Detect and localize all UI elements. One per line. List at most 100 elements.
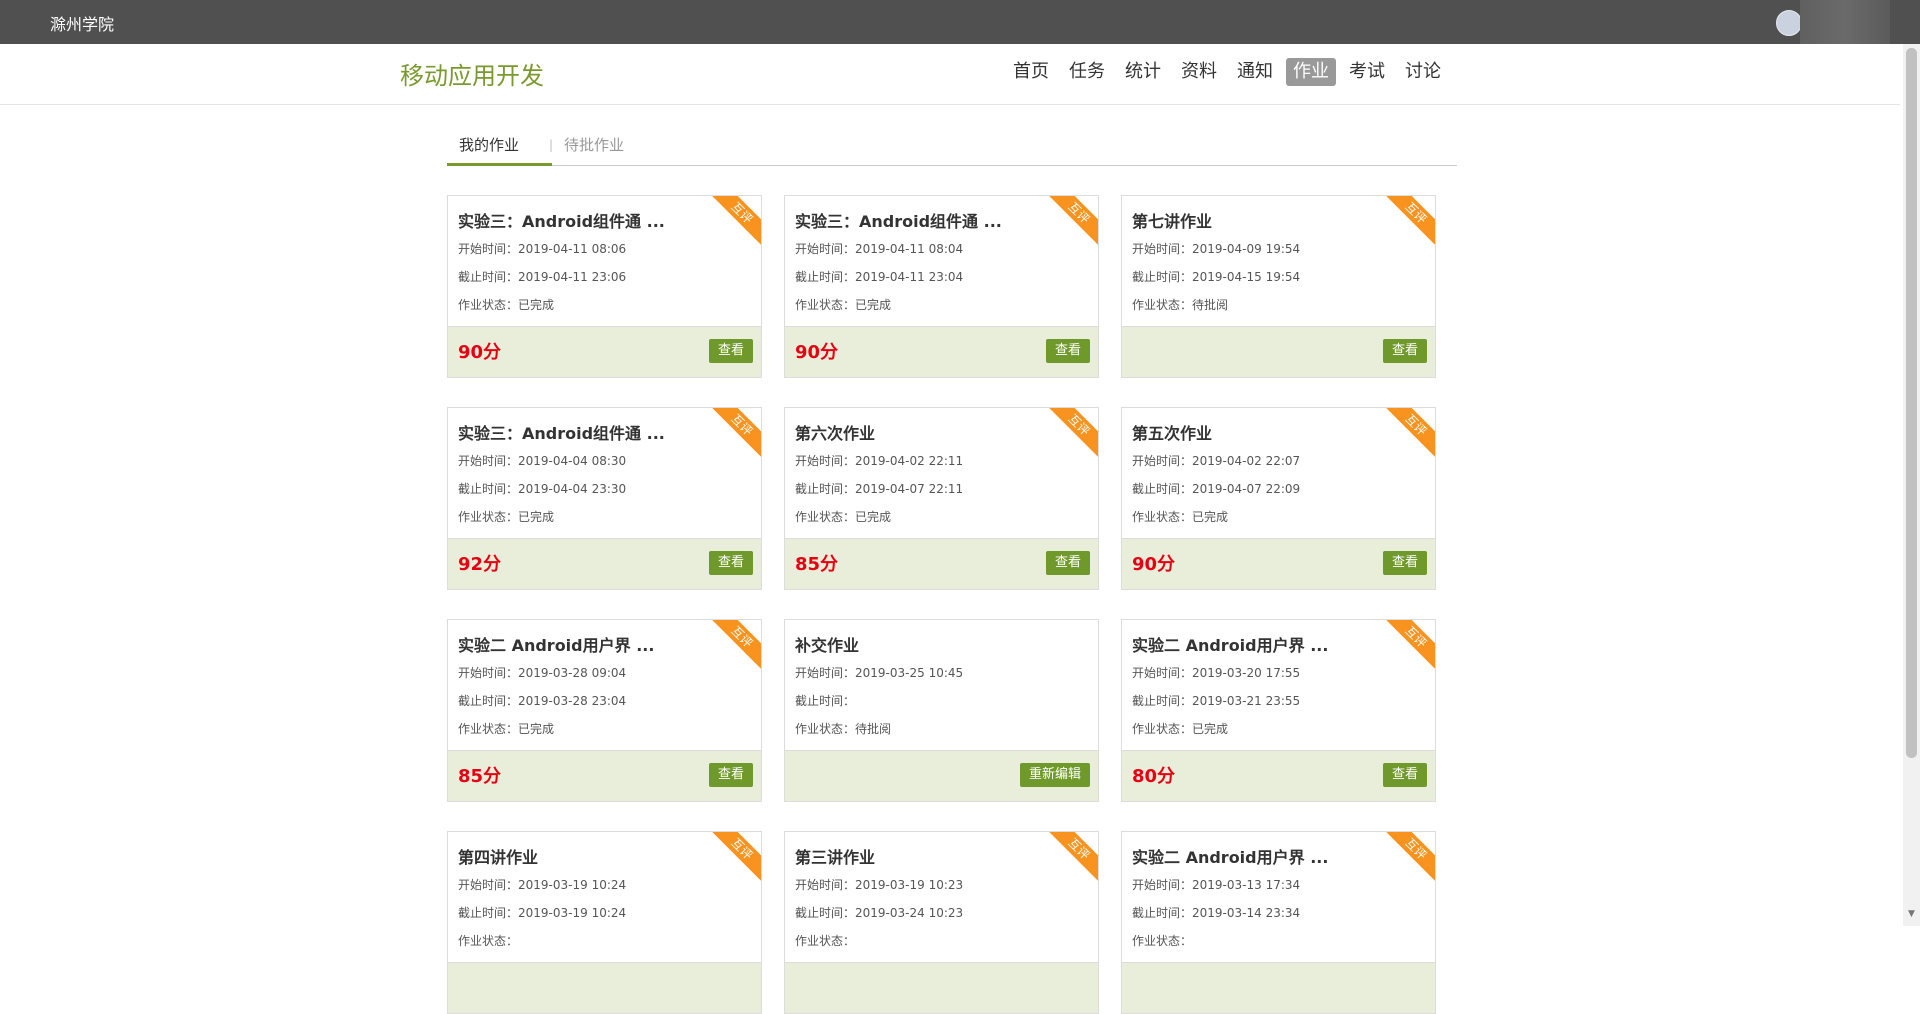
course-header: 移动应用开发 首页 任务 统计 资料 通知 作业 考试 讨论 xyxy=(0,44,1900,105)
homework-title[interactable]: 第五次作业 xyxy=(1132,420,1212,444)
scroll-down-arrow-icon[interactable]: ▼ xyxy=(1906,908,1917,920)
homework-title[interactable]: 实验三：Android组件通 ... xyxy=(458,420,665,444)
nav-item-6[interactable]: 考试 xyxy=(1342,58,1392,86)
card-footer: 80分 查看 xyxy=(1122,750,1435,801)
status-row: 作业状态：待批阅 xyxy=(1132,296,1228,313)
end-time-row: 截止时间：2019-04-07 22:09 xyxy=(1132,480,1300,497)
end-time-value: 2019-03-24 10:23 xyxy=(855,906,964,920)
peer-review-ribbon: 互评 xyxy=(1040,832,1098,888)
start-time-value: 2019-03-28 09:04 xyxy=(518,666,627,680)
status-label: 作业状态： xyxy=(458,934,519,948)
start-time-row: 开始时间：2019-03-20 17:55 xyxy=(1132,664,1300,681)
nav-item-0[interactable]: 首页 xyxy=(1006,58,1056,86)
start-time-label: 开始时间： xyxy=(795,878,856,892)
start-time-label: 开始时间： xyxy=(795,666,856,680)
status-row: 作业状态： xyxy=(795,932,855,949)
view-button[interactable]: 查看 xyxy=(1382,339,1427,363)
homework-card[interactable]: 互评 实验二 Android用户界 ... 开始时间：2019-03-28 09:0… xyxy=(447,619,762,802)
start-time-label: 开始时间： xyxy=(795,242,856,256)
homework-title[interactable]: 实验三：Android组件通 ... xyxy=(795,208,1002,232)
homework-title[interactable]: 实验二 Android用户界 ... xyxy=(1132,844,1328,868)
homework-title[interactable]: 第三讲作业 xyxy=(795,844,875,868)
status-label: 作业状态： xyxy=(795,298,856,312)
scrollbar-thumb[interactable] xyxy=(1906,48,1917,758)
homework-card[interactable]: 互评 实验三：Android组件通 ... 开始时间：2019-04-11 08:0… xyxy=(447,195,762,378)
end-time-value: 2019-04-15 19:54 xyxy=(1192,270,1301,284)
status-label: 作业状态： xyxy=(1132,934,1193,948)
score: 85分 xyxy=(795,554,839,575)
nav-item-5[interactable]: 作业 xyxy=(1286,58,1336,86)
re-edit-button[interactable]: 重新编辑 xyxy=(1019,763,1090,787)
status-row: 作业状态：已完成 xyxy=(1132,508,1228,525)
view-button[interactable]: 查看 xyxy=(1382,763,1427,787)
homework-title[interactable]: 第四讲作业 xyxy=(458,844,538,868)
start-time-value: 2019-04-04 08:30 xyxy=(518,454,627,468)
start-time-row: 开始时间：2019-03-25 10:45 xyxy=(795,664,963,681)
end-time-label: 截止时间： xyxy=(795,270,856,284)
nav-item-2[interactable]: 统计 xyxy=(1118,58,1168,86)
homework-card[interactable]: 互评 实验二 Android用户界 ... 开始时间：2019-03-13 17:3… xyxy=(1121,831,1436,1014)
end-time-value: 2019-03-28 23:04 xyxy=(518,694,627,708)
end-time-row: 截止时间：2019-04-15 19:54 xyxy=(1132,268,1300,285)
status-row: 作业状态：已完成 xyxy=(1132,720,1228,737)
homework-card[interactable]: 互评 第五次作业 开始时间：2019-04-02 22:07 截止时间：2019-04… xyxy=(1121,407,1436,590)
user-avatar[interactable] xyxy=(1776,10,1802,36)
homework-card[interactable]: 互评 实验三：Android组件通 ... 开始时间：2019-04-11 08:0… xyxy=(784,195,1099,378)
nav-item-1[interactable]: 任务 xyxy=(1062,58,1112,86)
homework-title[interactable]: 第七讲作业 xyxy=(1132,208,1212,232)
homework-card[interactable]: 互评 第四讲作业 开始时间：2019-03-19 10:24 截止时间：2019-03… xyxy=(447,831,762,1014)
start-time-value: 2019-03-13 17:34 xyxy=(1192,878,1301,892)
card-footer: 85分 查看 xyxy=(785,538,1098,589)
homework-card[interactable]: 互评 第七讲作业 开始时间：2019-04-09 19:54 截止时间：2019-04… xyxy=(1121,195,1436,378)
homework-title[interactable]: 实验二 Android用户界 ... xyxy=(458,632,654,656)
status-row: 作业状态：待批阅 xyxy=(795,720,891,737)
status-value: 已完成 xyxy=(1192,722,1229,736)
homework-card[interactable]: 互评 第三讲作业 开始时间：2019-03-19 10:23 截止时间：2019-03… xyxy=(784,831,1099,1014)
view-button[interactable]: 查看 xyxy=(708,339,753,363)
status-label: 作业状态： xyxy=(458,510,519,524)
tab-my-homework[interactable]: 我的作业 xyxy=(459,134,519,155)
end-time-value: 2019-04-04 23:30 xyxy=(518,482,627,496)
end-time-value: 2019-04-07 22:09 xyxy=(1192,482,1301,496)
status-label: 作业状态： xyxy=(1132,722,1193,736)
homework-card[interactable]: 补交作业开始时间：2019-03-25 10:45 截止时间： 作业状态：待批阅重新… xyxy=(784,619,1099,802)
view-button[interactable]: 查看 xyxy=(708,551,753,575)
start-time-label: 开始时间： xyxy=(1132,242,1193,256)
nav-item-4[interactable]: 通知 xyxy=(1230,58,1280,86)
nav-item-3[interactable]: 资料 xyxy=(1174,58,1224,86)
tab-pending-homework[interactable]: 待批作业 xyxy=(564,134,624,155)
status-value: 已完成 xyxy=(518,722,555,736)
score: 90分 xyxy=(458,342,502,363)
homework-title[interactable]: 第六次作业 xyxy=(795,420,875,444)
end-time-label: 截止时间： xyxy=(795,694,856,708)
homework-card[interactable]: 互评 第六次作业 开始时间：2019-04-02 22:11 截止时间：2019-04… xyxy=(784,407,1099,590)
end-time-row: 截止时间：2019-04-11 23:04 xyxy=(795,268,963,285)
start-time-value: 2019-04-11 08:04 xyxy=(855,242,964,256)
user-name-redacted[interactable] xyxy=(1800,0,1890,44)
status-value: 已完成 xyxy=(855,298,892,312)
score: 92分 xyxy=(458,554,502,575)
view-button[interactable]: 查看 xyxy=(708,763,753,787)
view-button[interactable]: 查看 xyxy=(1045,339,1090,363)
homework-card[interactable]: 互评 实验二 Android用户界 ... 开始时间：2019-03-20 17:5… xyxy=(1121,619,1436,802)
homework-title[interactable]: 实验三：Android组件通 ... xyxy=(458,208,665,232)
view-button[interactable]: 查看 xyxy=(1382,551,1427,575)
card-footer: 查看 xyxy=(1122,326,1435,377)
view-button[interactable]: 查看 xyxy=(1045,551,1090,575)
course-title[interactable]: 移动应用开发 xyxy=(400,56,544,91)
status-value: 已完成 xyxy=(855,510,892,524)
start-time-label: 开始时间： xyxy=(795,454,856,468)
peer-review-ribbon: 互评 xyxy=(1040,196,1098,252)
status-value: 待批阅 xyxy=(855,722,892,736)
start-time-value: 2019-04-02 22:07 xyxy=(1192,454,1301,468)
end-time-row: 截止时间：2019-03-21 23:55 xyxy=(1132,692,1300,709)
end-time-label: 截止时间： xyxy=(458,482,519,496)
start-time-label: 开始时间： xyxy=(458,878,519,892)
course-nav: 首页 任务 统计 资料 通知 作业 考试 讨论 xyxy=(1006,58,1448,86)
homework-card[interactable]: 互评 实验三：Android组件通 ... 开始时间：2019-04-04 08:3… xyxy=(447,407,762,590)
end-time-row: 截止时间：2019-03-14 23:34 xyxy=(1132,904,1300,921)
homework-title[interactable]: 补交作业 xyxy=(795,632,859,656)
nav-item-7[interactable]: 讨论 xyxy=(1398,58,1448,86)
homework-title[interactable]: 实验二 Android用户界 ... xyxy=(1132,632,1328,656)
status-value: 待批阅 xyxy=(1192,298,1229,312)
